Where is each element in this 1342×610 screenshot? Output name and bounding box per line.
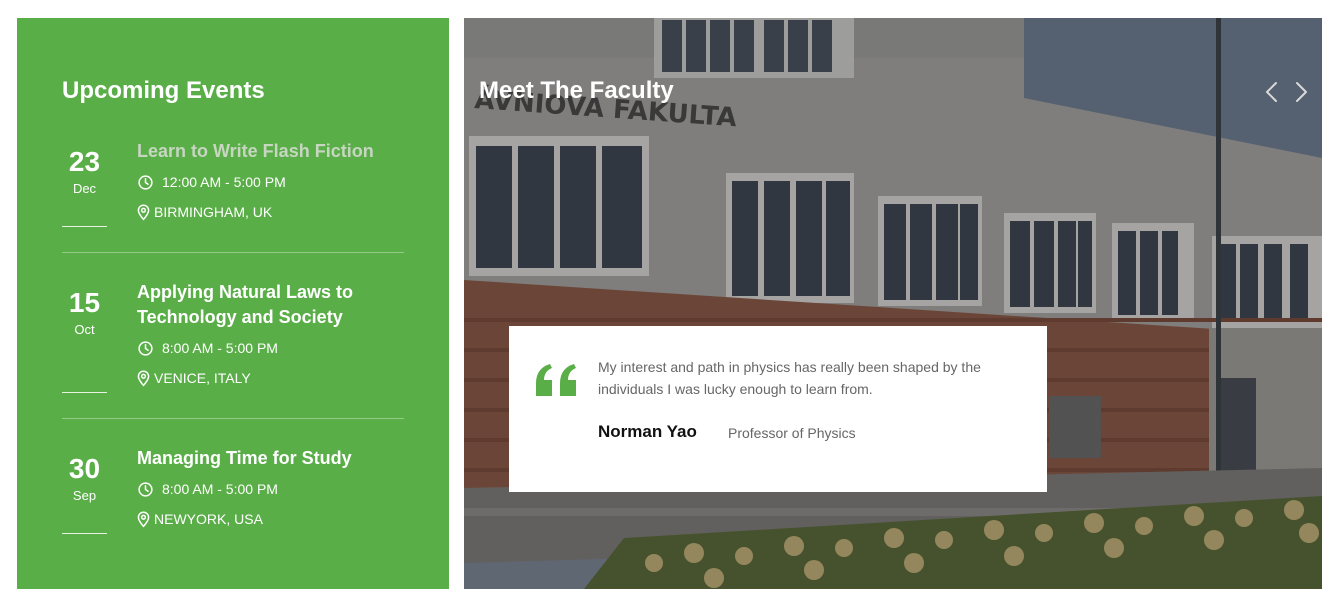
event-date: 15 Oct (62, 286, 107, 339)
event-separator (62, 252, 404, 253)
map-pin-icon (137, 204, 150, 221)
event-day: 15 (68, 287, 101, 318)
events-title: Upcoming Events (62, 77, 265, 104)
event-day: 30 (68, 453, 101, 484)
event-date-divider (62, 226, 107, 227)
event-time: 8:00 AM - 5:00 PM (137, 479, 399, 499)
event-title-link[interactable]: Applying Natural Laws to Technology and … (137, 280, 399, 330)
map-pin-icon (137, 511, 150, 528)
clock-icon (137, 481, 154, 498)
event-info: Learn to Write Flash Fiction 12:00 AM - … (137, 139, 399, 222)
event-separator (62, 418, 404, 419)
event-date-divider (62, 392, 107, 393)
clock-icon (137, 174, 154, 191)
event-title-link[interactable]: Managing Time for Study (137, 446, 399, 471)
meet-faculty-panel: ÁVNIOVA FAKULTA Meet The Faculty My inte… (464, 18, 1322, 589)
faculty-title: Meet The Faculty (479, 77, 674, 104)
event-info: Applying Natural Laws to Technology and … (137, 280, 399, 388)
event-month: Sep (72, 488, 97, 503)
map-pin-icon (137, 370, 150, 387)
event-location: NEWYORK, USA (137, 509, 399, 529)
event-date: 30 Sep (62, 452, 107, 505)
testimonial-card: My interest and path in physics has real… (509, 326, 1047, 492)
event-month: Oct (74, 322, 95, 337)
quote-icon (533, 362, 581, 400)
event-location-text: NEWYORK, USA (154, 511, 263, 527)
event-time-text: 8:00 AM - 5:00 PM (162, 340, 278, 356)
event-location-text: BIRMINGHAM, UK (154, 204, 273, 220)
upcoming-events-panel: Upcoming Events 23 Dec Learn to Write Fl… (17, 18, 449, 589)
author-name: Norman Yao (598, 422, 697, 441)
event-location-text: VENICE, ITALY (154, 370, 251, 386)
author-role: Professor of Physics (728, 425, 856, 441)
clock-icon (137, 340, 154, 357)
chevron-left-icon[interactable] (1262, 80, 1282, 104)
chevron-right-icon[interactable] (1291, 80, 1311, 104)
event-date: 23 Dec (62, 145, 107, 198)
event-time-text: 8:00 AM - 5:00 PM (162, 481, 278, 497)
event-time-text: 12:00 AM - 5:00 PM (162, 174, 286, 190)
event-location: VENICE, ITALY (137, 368, 399, 388)
event-time: 12:00 AM - 5:00 PM (137, 172, 399, 192)
event-date-divider (62, 533, 107, 534)
event-location: BIRMINGHAM, UK (137, 202, 399, 222)
event-info: Managing Time for Study 8:00 AM - 5:00 P… (137, 446, 399, 529)
event-title-link[interactable]: Learn to Write Flash Fiction (137, 139, 399, 164)
event-time: 8:00 AM - 5:00 PM (137, 338, 399, 358)
event-day: 23 (68, 146, 101, 177)
event-month: Dec (72, 181, 97, 196)
testimonial-quote: My interest and path in physics has real… (598, 359, 981, 397)
